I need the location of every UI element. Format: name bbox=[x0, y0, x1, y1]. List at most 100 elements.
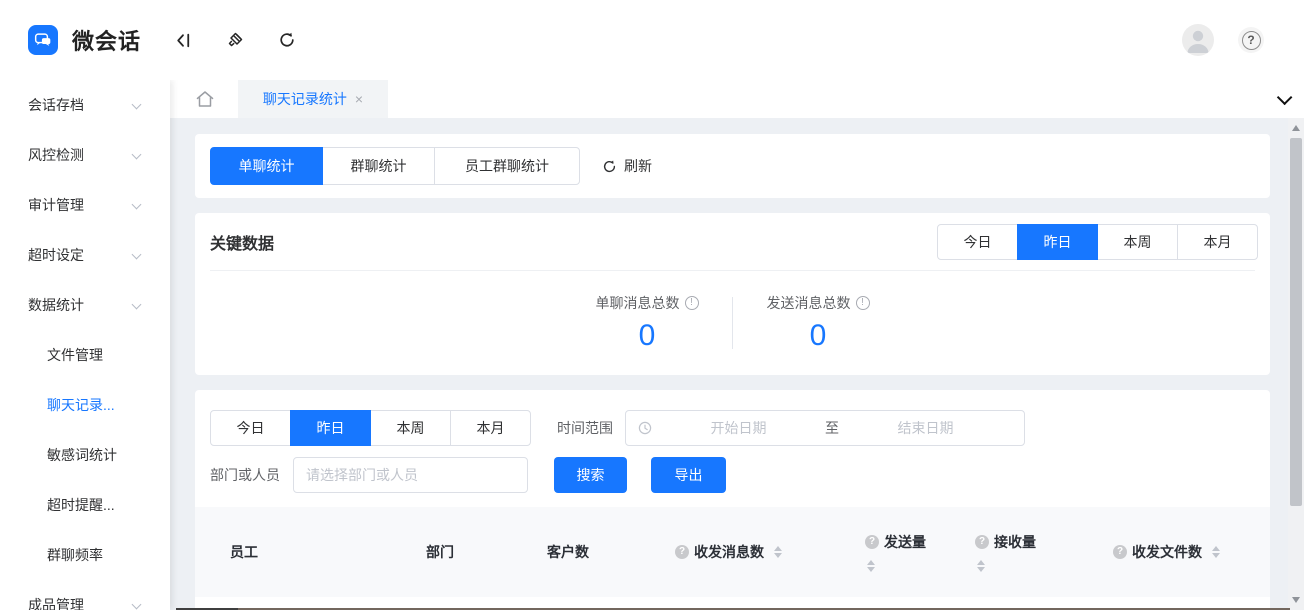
tab-list-chevron-down-icon[interactable] bbox=[1277, 89, 1293, 105]
collapse-sidebar-icon[interactable] bbox=[173, 30, 193, 50]
table-header: 员工 部门 客户数 ? 收发消息数 ? 发送量 bbox=[195, 507, 1270, 597]
column-files-sent-received: ? 收发文件数 bbox=[1078, 542, 1270, 562]
sidebar-item-sensitive-words[interactable]: 敏感词统计 bbox=[0, 430, 170, 480]
stat-sent-messages-total: 发送消息总数 ! 0 bbox=[733, 293, 903, 353]
sidebar-item-group-chat-frequency[interactable]: 群聊频率 bbox=[0, 530, 170, 580]
app-logo-icon bbox=[28, 25, 58, 55]
filter-yesterday-button[interactable]: 昨日 bbox=[290, 410, 371, 446]
stat-single-chat-total: 单聊消息总数 ! 0 bbox=[562, 293, 732, 353]
tab-employee-group-chat-stats[interactable]: 员工群聊统计 bbox=[434, 147, 580, 185]
tab-close-icon[interactable]: × bbox=[355, 92, 363, 106]
app-window: 微会话 bbox=[0, 0, 1304, 610]
sidebar-item-label: 聊天记录... bbox=[47, 395, 115, 415]
sidebar-item-label: 成品管理 bbox=[28, 595, 84, 610]
tabbar: 聊天记录统计 × bbox=[170, 80, 1304, 118]
sidebar-item-label: 超时提醒... bbox=[47, 495, 115, 515]
refresh-button[interactable]: 刷新 bbox=[602, 156, 652, 176]
column-received-volume: ? 接收量 bbox=[940, 532, 1078, 572]
stat-type-card: 单聊统计 群聊统计 员工群聊统计 刷新 bbox=[195, 134, 1270, 198]
tab-label: 聊天记录统计 bbox=[263, 89, 347, 109]
key-data-title: 关键数据 bbox=[210, 230, 274, 254]
sidebar-item-product-management[interactable]: 成品管理 bbox=[0, 580, 170, 610]
help-icon[interactable]: ? bbox=[1113, 545, 1127, 559]
sidebar-item-timeout-reminder[interactable]: 超时提醒... bbox=[0, 480, 170, 530]
tab-single-chat-stats[interactable]: 单聊统计 bbox=[210, 147, 323, 185]
clock-icon bbox=[638, 421, 652, 435]
sidebar-item-chat-records[interactable]: 聊天记录... bbox=[0, 380, 170, 430]
range-today-button[interactable]: 今日 bbox=[937, 224, 1018, 260]
chevron-down-icon bbox=[132, 150, 142, 160]
header-right: ? bbox=[1182, 24, 1304, 56]
time-range-label: 时间范围 bbox=[557, 418, 613, 438]
filter-row-dept: 部门或人员 搜索 导出 bbox=[210, 457, 1255, 493]
search-button[interactable]: 搜索 bbox=[554, 457, 627, 493]
info-icon[interactable]: ! bbox=[685, 296, 699, 310]
key-data-stats: 单聊消息总数 ! 0 发送消息总数 ! 0 bbox=[195, 271, 1270, 375]
sort-icon[interactable] bbox=[977, 560, 985, 572]
date-range-picker[interactable]: 开始日期 至 结束日期 bbox=[625, 410, 1025, 446]
dept-select-input[interactable] bbox=[293, 457, 528, 493]
help-icon[interactable]: ? bbox=[1238, 27, 1264, 53]
scroll-up-arrow-icon[interactable] bbox=[1292, 125, 1300, 131]
scroll-down-arrow-icon[interactable] bbox=[1292, 597, 1300, 603]
sort-icon[interactable] bbox=[774, 546, 782, 558]
filter-today-button[interactable]: 今日 bbox=[210, 410, 291, 446]
sidebar: 会话存档 风控检测 审计管理 超时设定 数据统计 文件管理 聊天记录... 敏感… bbox=[0, 80, 170, 610]
sidebar-item-session-archive[interactable]: 会话存档 bbox=[0, 80, 170, 130]
filter-row-time: 今日 昨日 本周 本月 时间范围 开始日期 至 结束日期 bbox=[210, 410, 1255, 446]
filter-this-month-button[interactable]: 本月 bbox=[450, 410, 531, 446]
chevron-down-icon bbox=[132, 250, 142, 260]
chevron-down-icon bbox=[132, 100, 142, 110]
app-title: 微会话 bbox=[72, 24, 141, 56]
tab-group-chat-stats[interactable]: 群聊统计 bbox=[322, 147, 435, 185]
refresh-page-icon[interactable] bbox=[277, 30, 297, 50]
range-yesterday-button[interactable]: 昨日 bbox=[1017, 224, 1098, 260]
sidebar-item-label: 会话存档 bbox=[28, 95, 84, 115]
export-button[interactable]: 导出 bbox=[651, 457, 726, 493]
help-icon[interactable]: ? bbox=[675, 545, 689, 559]
home-icon[interactable] bbox=[194, 89, 216, 109]
sidebar-item-file-management[interactable]: 文件管理 bbox=[0, 330, 170, 380]
column-messages-sent-received: ? 收发消息数 bbox=[640, 542, 830, 562]
user-avatar[interactable] bbox=[1182, 24, 1214, 56]
stat-value: 0 bbox=[562, 319, 732, 353]
vertical-scrollbar[interactable] bbox=[1288, 118, 1304, 610]
tab-chat-record-statistics[interactable]: 聊天记录统计 × bbox=[238, 80, 388, 118]
column-department: 部门 bbox=[391, 542, 512, 562]
sidebar-item-risk-detection[interactable]: 风控检测 bbox=[0, 130, 170, 180]
sidebar-item-label: 风控检测 bbox=[28, 145, 84, 165]
clear-cache-brush-icon[interactable] bbox=[225, 30, 245, 50]
sidebar-item-label: 敏感词统计 bbox=[47, 445, 117, 465]
sidebar-item-label: 文件管理 bbox=[47, 345, 103, 365]
info-icon[interactable]: ! bbox=[856, 296, 870, 310]
filter-this-week-button[interactable]: 本周 bbox=[370, 410, 451, 446]
stat-type-segmented: 单聊统计 群聊统计 员工群聊统计 bbox=[210, 147, 580, 185]
range-this-week-button[interactable]: 本周 bbox=[1097, 224, 1178, 260]
date-range-separator: 至 bbox=[825, 418, 839, 438]
scrollbar-thumb[interactable] bbox=[1290, 138, 1302, 506]
column-customer-count: 客户数 bbox=[512, 542, 640, 562]
app-header: 微会话 bbox=[0, 0, 1304, 80]
range-this-month-button[interactable]: 本月 bbox=[1177, 224, 1258, 260]
help-icon[interactable]: ? bbox=[975, 535, 989, 549]
stat-label: 单聊消息总数 bbox=[596, 293, 680, 313]
chevron-down-icon bbox=[132, 200, 142, 210]
sort-icon[interactable] bbox=[1212, 546, 1220, 558]
sidebar-item-label: 群聊频率 bbox=[47, 545, 103, 565]
chevron-down-icon bbox=[132, 300, 142, 310]
sort-icon[interactable] bbox=[867, 560, 875, 572]
key-data-range-group: 今日 昨日 本周 本月 bbox=[937, 224, 1258, 260]
sidebar-item-label: 审计管理 bbox=[28, 195, 84, 215]
refresh-label: 刷新 bbox=[624, 156, 652, 176]
help-icon[interactable]: ? bbox=[865, 535, 879, 549]
sidebar-item-data-statistics[interactable]: 数据统计 bbox=[0, 280, 170, 330]
column-employee: 员工 bbox=[195, 542, 391, 562]
sidebar-item-label: 超时设定 bbox=[28, 245, 84, 265]
stat-label: 发送消息总数 bbox=[767, 293, 851, 313]
dept-label: 部门或人员 bbox=[210, 465, 280, 485]
chevron-down-icon bbox=[132, 600, 142, 610]
sidebar-item-audit-management[interactable]: 审计管理 bbox=[0, 180, 170, 230]
stat-value: 0 bbox=[733, 319, 903, 353]
sidebar-item-timeout-settings[interactable]: 超时设定 bbox=[0, 230, 170, 280]
end-date-placeholder: 结束日期 bbox=[839, 418, 1012, 438]
